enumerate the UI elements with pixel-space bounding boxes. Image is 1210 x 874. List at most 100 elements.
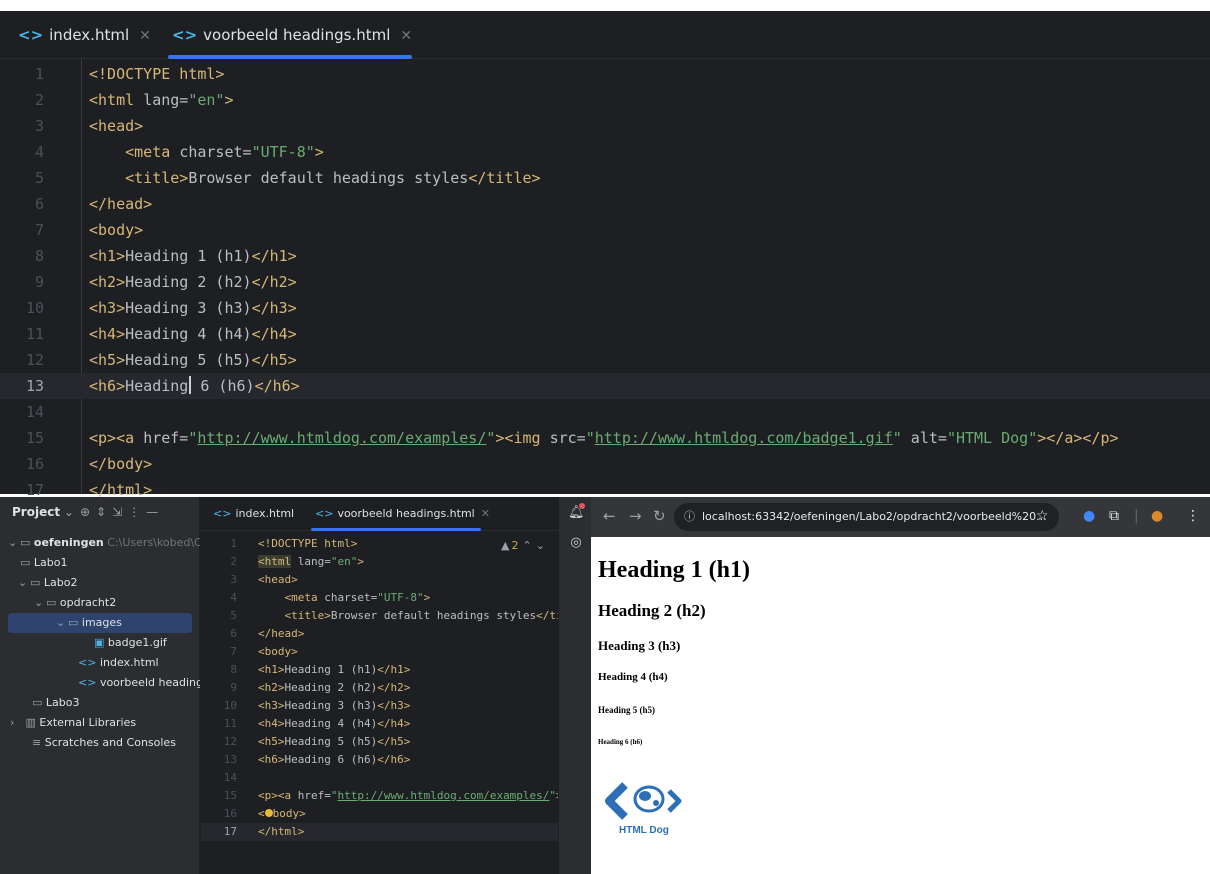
tree-item-external-libraries[interactable]: › ▥ External Libraries	[0, 713, 200, 733]
code-line: 6 </head>	[34, 195, 153, 213]
code-line: 8 <h1>Heading 1 (h1)</h1>	[230, 663, 411, 676]
close-icon[interactable]: ✕	[139, 28, 151, 44]
code-line: 16 </body>	[25, 455, 153, 473]
project-title[interactable]: Project	[12, 505, 60, 519]
code-line: 7 <body>	[230, 645, 298, 658]
tree-item-voorbeeld-headings[interactable]: <> voorbeeld headings.h	[0, 673, 200, 693]
extensions-puzzle-icon[interactable]: ⧉	[1109, 508, 1119, 524]
bottom-tab-index[interactable]: <> index.html	[213, 497, 294, 531]
ai-assistant-icon[interactable]: ◎	[568, 535, 584, 551]
code-line: 1 <!DOCTYPE html>	[230, 537, 358, 550]
code-line-current: 17 </html>	[201, 823, 558, 841]
tree-item-oefeningen[interactable]: ⌄ ▭ oefeningen C:\Users\kobed\C	[0, 533, 200, 553]
code-line: 8 <h1>Heading 1 (h1)</h1>	[34, 247, 297, 265]
menu-kebab-icon[interactable]: ⋮	[1186, 508, 1200, 524]
text-caret	[189, 376, 192, 394]
top-tab-bar: <> index.html ✕ <> voorbeeld headings.html ✕	[0, 11, 1210, 59]
chevron-down-icon: ⌄	[34, 596, 44, 609]
close-icon[interactable]: ✕	[400, 28, 412, 44]
folder-icon: ▭	[46, 596, 57, 609]
close-icon[interactable]: ✕	[481, 507, 490, 520]
browser-window: ← → ↻ ⓘ localhost:63342/oefeningen/Labo2…	[591, 497, 1210, 874]
code-line: 16 < body>	[223, 807, 306, 820]
top-code-editor[interactable]: 1 <!DOCTYPE html> 2 <html lang="en"> 3 <hea…	[0, 59, 1210, 499]
tree-item-scratches[interactable]: ≡ Scratches and Consoles	[0, 733, 200, 753]
bottom-ide-window: Project ⌄ ⊕⇕⇲⋮— ⌄ ▭ oefeningen C:\Users\k…	[0, 497, 1210, 874]
scratches-icon: ≡	[32, 736, 42, 749]
library-icon: ▥	[25, 716, 36, 729]
tree-item-index-html[interactable]: <> index.html	[0, 653, 200, 673]
top-editor-window: <> index.html ✕ <> voorbeeld headings.html ✕…	[0, 11, 1210, 499]
html-file-icon: <>	[315, 507, 334, 520]
code-line: 5 <title>Browser default headings styles…	[230, 609, 570, 622]
code-line: 3 <head>	[230, 573, 298, 586]
tree-item-labo1[interactable]: ▭ Labo1	[0, 553, 200, 573]
html-dog-logo-icon	[605, 782, 682, 820]
code-line-current: 13 <h6>Heading 6 (h6)</h6>	[0, 373, 1210, 399]
code-line: 11 <h4>Heading 4 (h4)</h4>	[25, 325, 297, 343]
chevron-down-icon: ⌄	[18, 576, 28, 589]
right-tool-rail: 🔔︎ ◎	[558, 497, 591, 874]
top-tab-voorbeeld-headings[interactable]: <> voorbeeld headings.html ✕	[172, 11, 412, 59]
bookmark-star-icon[interactable]: ☆	[1036, 508, 1049, 524]
html-file-icon: <>	[78, 656, 97, 669]
browser-toolbar: ← → ↻ ⓘ localhost:63342/oefeningen/Labo2…	[591, 497, 1210, 537]
folder-icon: ▭	[32, 696, 43, 709]
profile-avatar-icon[interactable]: ●	[1151, 508, 1163, 524]
code-line: 2 <html lang="en">	[34, 91, 234, 109]
code-line: 10 <h3>Heading 3 (h3)</h3>	[223, 699, 411, 712]
rendered-heading-3: Heading 3 (h3)	[598, 638, 681, 653]
bottom-code-editor: <> index.html <> voorbeeld headings.html ✕ …	[201, 497, 570, 874]
code-line: 14	[25, 403, 44, 421]
code-line: 4 <meta charset="UTF-8">	[34, 143, 324, 161]
project-panel-header: Project ⌄ ⊕⇕⇲⋮—	[0, 497, 199, 527]
code-line: 2 <html lang="en">	[230, 555, 364, 568]
tree-item-labo2[interactable]: ⌄ ▭ Labo2	[0, 573, 200, 593]
code-line: 15 <p><a href="http://www.htmldog.com/exa…	[223, 789, 563, 802]
code-line: 11 <h4>Heading 4 (h4)</h4>	[223, 717, 411, 730]
code-line: 1 <!DOCTYPE html>	[34, 65, 225, 83]
tree-item-opdracht2[interactable]: ⌄ ▭ opdracht2	[0, 593, 200, 613]
address-bar[interactable]: ⓘ localhost:63342/oefeningen/Labo2/opdra…	[674, 503, 1059, 531]
lightbulb-icon[interactable]	[264, 809, 273, 817]
reload-icon[interactable]: ↻	[653, 507, 666, 525]
top-tab-index[interactable]: <> index.html ✕	[18, 11, 151, 59]
rendered-heading-6: Heading 6 (h6)	[598, 738, 643, 746]
panel-toolbar-icons[interactable]: ⊕⇕⇲⋮—	[80, 497, 164, 527]
chevron-down-icon: ⌄	[56, 616, 66, 629]
chevron-right-icon: ›	[10, 716, 15, 729]
tree-item-images[interactable]: ⌄ ▭ images	[8, 613, 192, 633]
html-dog-badge-link[interactable]: HTML Dog	[599, 777, 689, 841]
forward-icon[interactable]: →	[629, 507, 642, 525]
rendered-page: Heading 1 (h1) Heading 2 (h2) Heading 3 …	[591, 537, 1210, 874]
folder-icon: ▭	[20, 536, 31, 549]
project-panel: Project ⌄ ⊕⇕⇲⋮— ⌄ ▭ oefeningen C:\Users\k…	[0, 497, 200, 874]
code-line: 9 <h2>Heading 2 (h2)</h2>	[230, 681, 411, 694]
tree-item-labo3[interactable]: ▭ Labo3	[0, 693, 200, 713]
html-file-icon: <>	[213, 507, 232, 520]
chevron-down-icon: ⌄	[8, 536, 18, 549]
html-file-icon: <>	[78, 676, 97, 689]
code-line: 12 <h5>Heading 5 (h5)</h5>	[25, 351, 297, 369]
folder-icon: ▭	[68, 616, 79, 629]
code-line: 13 <h6>Heading 6 (h6)</h6>	[223, 753, 411, 766]
code-line: 6 </head>	[230, 627, 305, 640]
folder-icon: ▭	[30, 576, 41, 589]
extension-icon[interactable]: ●	[1083, 508, 1095, 524]
code-line: 12 <h5>Heading 5 (h5)</h5>	[223, 735, 411, 748]
code-line: 14	[223, 771, 237, 784]
rendered-heading-2: Heading 2 (h2)	[598, 601, 706, 620]
rendered-heading-5: Heading 5 (h5)	[598, 705, 656, 715]
code-line: 15 <p><a href="http://www.htmldog.com/exa…	[25, 429, 1119, 447]
toolbar-divider: |	[1134, 508, 1139, 524]
code-line: 9 <h2>Heading 2 (h2)</h2>	[34, 273, 297, 291]
tree-item-badge1-gif[interactable]: ▣ badge1.gif	[0, 633, 200, 653]
bottom-tab-voorbeeld-headings[interactable]: <> voorbeeld headings.html ✕	[315, 497, 490, 531]
site-info-icon[interactable]: ⓘ	[684, 503, 695, 531]
chevron-down-icon[interactable]: ⌄	[64, 505, 74, 519]
code-line: 10 <h3>Heading 3 (h3)</h3>	[25, 299, 297, 317]
back-icon[interactable]: ←	[603, 507, 616, 525]
code-line: 7 <body>	[34, 221, 144, 239]
code-line: 4 <meta charset="UTF-8">	[230, 591, 431, 604]
notification-badge	[579, 503, 585, 509]
